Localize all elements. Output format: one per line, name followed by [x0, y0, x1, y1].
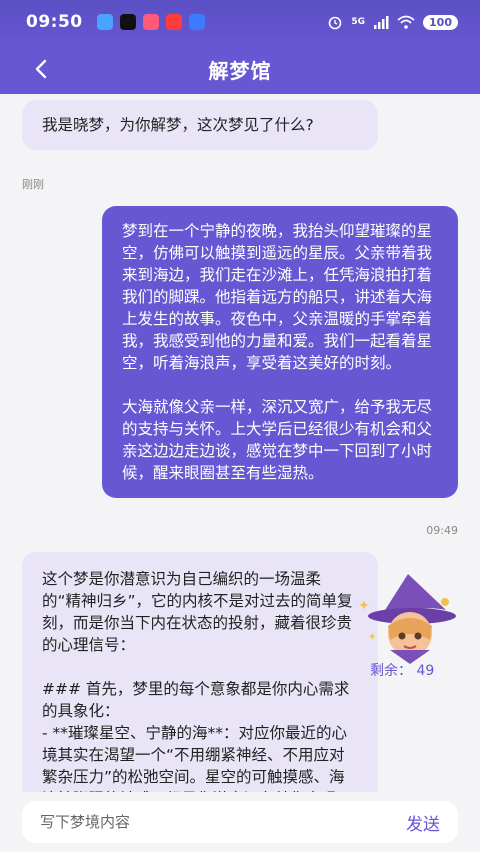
message-app-icon: [96, 14, 113, 30]
app-badge-icon: [142, 14, 159, 30]
message-timestamp: 09:49: [426, 524, 458, 537]
battery-indicator: 100: [423, 14, 458, 30]
red-app-icon: [165, 14, 182, 30]
svg-text:✦: ✦: [358, 598, 370, 614]
message-timestamp: 刚刚: [22, 178, 44, 191]
remaining-value: 49: [416, 663, 435, 679]
back-button[interactable]: [26, 54, 56, 84]
bot-reply-bubble: 这个梦是你潜意识为自己编织的一场温柔的“精神归乡”，它的内核不是对过去的简单复刻…: [22, 552, 378, 792]
input-bar: 发送: [0, 792, 480, 852]
bot-greeting-text: 我是晓梦，为你解梦，这次梦见了什么?: [42, 116, 314, 134]
status-right: 5G 100: [327, 14, 458, 30]
alarm-icon: [329, 16, 342, 30]
send-button[interactable]: 发送: [406, 810, 440, 835]
signal-icon: [374, 16, 389, 29]
page-title: 解梦馆: [208, 58, 272, 83]
status-bar: 09:50 5G 100: [0, 0, 480, 44]
nav-bar: 解梦馆: [0, 44, 480, 94]
bot-reply-line: ### 首先，梦里的每个意象都是你内心需求的具象化：: [42, 680, 350, 720]
chat-area[interactable]: 我是晓梦，为你解梦，这次梦见了什么? 刚刚 梦到在一个宁静的夜晚，我抬头仰望璀璨…: [0, 94, 480, 792]
tiktok-icon: [119, 14, 136, 30]
network-label: 5G: [351, 17, 366, 27]
input-container: 发送: [22, 801, 458, 843]
user-message-bubble: 梦到在一个宁静的夜晚，我抬头仰望璀璨的星空，仿佛可以触摸到遥远的星辰。父亲带着我…: [102, 206, 458, 498]
dream-input[interactable]: [40, 813, 406, 831]
remaining-count: 剩余： 49: [370, 660, 434, 680]
user-message-paragraph: 大海就像父亲一样，深沉又宽广，给予我无尽的支持与关怀。上大学后已经很少有机会和父…: [122, 398, 433, 482]
status-time: 09:50: [26, 12, 83, 32]
blue-app-icon: [188, 14, 205, 30]
bot-reply-line: 这个梦是你潜意识为自己编织的一场温柔的“精神归乡”，它的内核不是对过去的简单复刻…: [42, 570, 353, 654]
user-message-paragraph: 梦到在一个宁静的夜晚，我抬头仰望璀璨的星空，仿佛可以触摸到遥远的星辰。父亲带着我…: [122, 222, 433, 372]
notification-icons: [96, 14, 205, 30]
bot-message-bubble: 我是晓梦，为你解梦，这次梦见了什么?: [22, 100, 378, 150]
bot-reply-line: [42, 656, 358, 678]
svg-text:✦: ✦: [368, 632, 376, 643]
chevron-left-icon: [35, 59, 47, 79]
mascot-avatar: ✦ ✦: [358, 574, 456, 664]
remaining-label: 剩余：: [370, 663, 412, 679]
wifi-icon: [397, 15, 415, 29]
bot-reply-line: - **璀璨星空、宁静的海**：对应你最近的心境其实在渴望一个“不用绷紧神经、不…: [42, 724, 348, 792]
